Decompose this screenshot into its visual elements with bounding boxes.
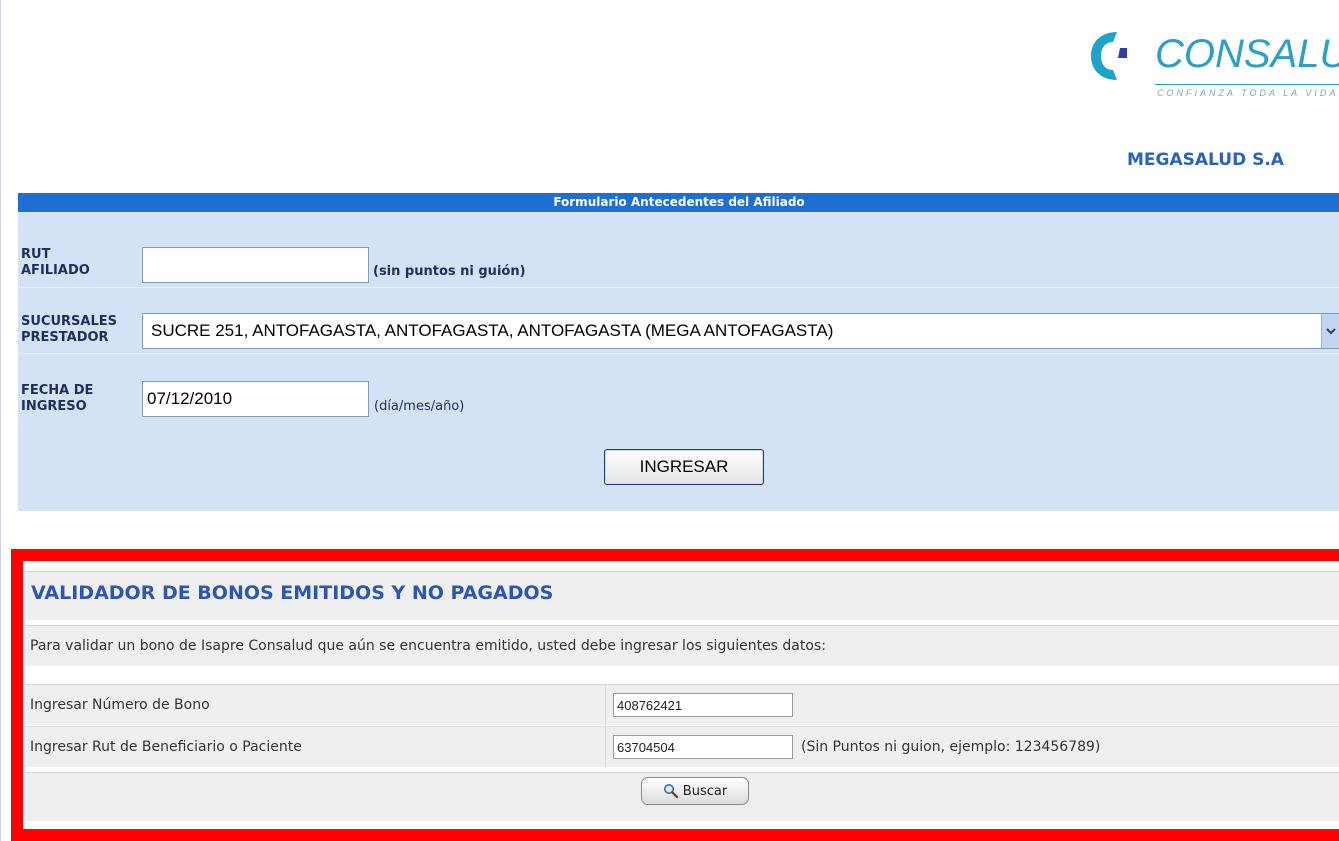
consalud-logo: CONSALUD CONFIANZA TODA LA VIDA — [1087, 24, 1339, 104]
ingresar-button[interactable]: INGRESAR — [604, 449, 764, 485]
affiliate-form: Formulario Antecedentes del Afiliado RUT… — [18, 193, 1339, 511]
bono-number-input[interactable] — [613, 693, 793, 717]
search-row: Buscar — [25, 772, 1339, 822]
consalud-logo-icon — [1091, 32, 1127, 80]
logo-divider — [1155, 84, 1339, 85]
bono-validator-panel: VALIDADOR DE BONOS EMITIDOS Y NO PAGADOS… — [11, 549, 1339, 841]
branch-select[interactable]: SUCRE 251, ANTOFAGASTA, ANTOFAGASTA, ANT… — [142, 313, 1339, 349]
buscar-label: Buscar — [682, 783, 728, 799]
beneficiary-rut-row: Ingresar Rut de Beneficiario o Paciente … — [25, 726, 1339, 768]
branch-label: SUCURSALES PRESTADOR — [21, 314, 117, 345]
page: CONSALUD CONFIANZA TODA LA VIDA MEGASALU… — [0, 0, 1339, 841]
branch-selected-value: SUCRE 251, ANTOFAGASTA, ANTOFAGASTA, ANT… — [151, 321, 834, 340]
validator-body: VALIDADOR DE BONOS EMITIDOS Y NO PAGADOS… — [25, 563, 1339, 827]
beneficiary-rut-label: Ingresar Rut de Beneficiario o Paciente — [30, 739, 302, 755]
bono-row: Ingresar Número de Bono — [25, 684, 1339, 726]
rut-label: RUT AFILIADO — [21, 247, 90, 278]
buscar-button[interactable]: Buscar — [641, 777, 749, 805]
cell-divider — [605, 685, 606, 725]
provider-name: MEGASALUD S.A — [1127, 150, 1284, 170]
row-divider — [18, 353, 1339, 354]
validator-instructions: Para validar un bono de Isapre Consalud … — [30, 638, 826, 654]
logo-wordmark: CONSALUD — [1155, 32, 1339, 76]
rut-input[interactable] — [142, 247, 369, 283]
rut-hint: (sin puntos ni guión) — [373, 264, 526, 279]
beneficiary-rut-input[interactable] — [613, 735, 793, 759]
bono-label: Ingresar Número de Bono — [30, 697, 210, 713]
magnifier-icon — [663, 784, 678, 799]
date-hint: (día/mes/año) — [374, 399, 465, 414]
validator-instructions-row: Para validar un bono de Isapre Consalud … — [25, 625, 1339, 667]
date-label: FECHA DE INGRESO — [21, 383, 94, 414]
cell-divider — [605, 727, 606, 767]
logo-tagline: CONFIANZA TODA LA VIDA — [1157, 88, 1339, 98]
row-divider — [18, 287, 1339, 288]
form-title: Formulario Antecedentes del Afiliado — [18, 193, 1339, 212]
validator-title: VALIDADOR DE BONOS EMITIDOS Y NO PAGADOS — [31, 582, 554, 604]
date-input[interactable] — [142, 381, 369, 417]
validator-title-row: VALIDADOR DE BONOS EMITIDOS Y NO PAGADOS — [25, 571, 1339, 621]
beneficiary-rut-hint: (Sin Puntos ni guion, ejemplo: 123456789… — [801, 739, 1101, 755]
chevron-down-icon[interactable] — [1321, 314, 1339, 348]
